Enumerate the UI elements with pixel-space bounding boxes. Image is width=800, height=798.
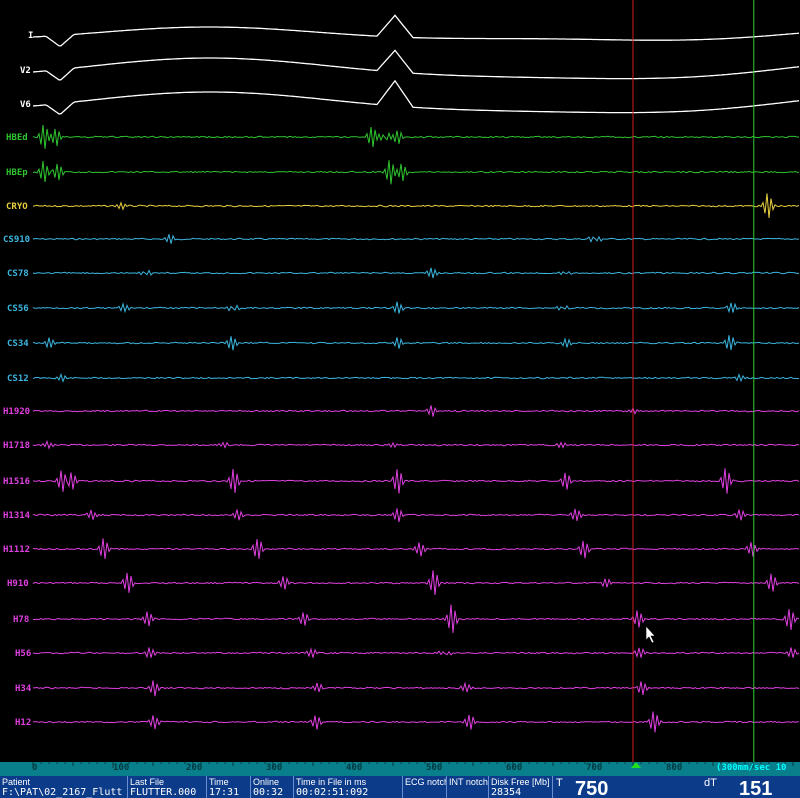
channel-label-h34: H34 xyxy=(15,684,32,694)
channel-label-v6: V6 xyxy=(20,100,31,110)
trace-h1920 xyxy=(32,405,800,417)
ecg-notch-toggle[interactable]: ECG notch xyxy=(403,776,447,798)
channel-label-h56: H56 xyxy=(15,649,31,659)
time-axis: 0 100 200 300 400 500 600 700 800 (300mm… xyxy=(0,762,800,776)
ecg-notch-label: ECG notch xyxy=(405,777,447,787)
trace-h34 xyxy=(33,680,800,697)
channel-label-h12: H12 xyxy=(15,718,31,728)
patient-label: Patient xyxy=(2,777,31,787)
time-field: Time 17:31 xyxy=(207,776,251,798)
trace-cs78 xyxy=(32,267,799,279)
tick-label-700: 700 xyxy=(586,763,603,773)
channel-label-h1112: H1112 xyxy=(3,545,30,555)
channel-label-h1314: H1314 xyxy=(3,511,31,521)
channel-label-h1920: H1920 xyxy=(3,407,30,417)
channel-label-h910: H910 xyxy=(7,579,29,589)
channel-label-cs34: CS34 xyxy=(7,339,29,349)
trace-h12 xyxy=(33,711,800,733)
trace-h56 xyxy=(32,647,800,659)
online-value: 00:32 xyxy=(253,787,284,798)
channel-label-cryo: CRYO xyxy=(6,202,28,212)
online-field: Online 00:32 xyxy=(251,776,294,798)
tick-label-600: 600 xyxy=(506,763,523,773)
channel-label-h1516: H1516 xyxy=(3,477,30,487)
tick-label-800: 800 xyxy=(666,763,683,773)
trace-h910 xyxy=(32,570,800,596)
tick-label-400: 400 xyxy=(346,763,363,773)
dt-value: 151 xyxy=(739,778,773,798)
trace-h78 xyxy=(32,604,800,633)
disk-free-label: Disk Free [Mb] xyxy=(491,777,550,787)
channel-label-cs910: CS910 xyxy=(3,235,30,245)
time-in-file-label: Time in File in ms xyxy=(296,777,367,787)
channel-label-hbed: HBEd xyxy=(6,133,28,143)
trace-h1516 xyxy=(32,468,800,494)
time-in-file-field: Time in File in ms 00:02:51:092 xyxy=(294,776,403,798)
disk-free-value: 28354 xyxy=(491,787,522,798)
tick-label-200: 200 xyxy=(186,763,203,773)
trace-cs910 xyxy=(32,234,800,244)
patient-field: Patient F:\PAT\02_2167_Flutt xyxy=(0,776,128,798)
trace-hbed xyxy=(32,124,800,149)
trace-h1718 xyxy=(32,439,800,450)
tick-label-100: 100 xyxy=(113,763,130,773)
t-value: 750 xyxy=(575,778,609,798)
trace-i xyxy=(32,14,800,47)
sweep-speed: (300mm/sec 10 xyxy=(716,763,787,773)
time-in-file-value: 00:02:51:092 xyxy=(296,787,369,798)
signal-tracings: I V2 V6 HBEd HBEp CRYO CS910 CS78 CS56 CS34 CS12 H1… xyxy=(3,0,800,762)
channel-label-hbep: HBEp xyxy=(6,168,28,178)
tick-label-300: 300 xyxy=(266,763,283,773)
int-notch-label: INT notch xyxy=(449,777,488,787)
mouse-pointer-icon xyxy=(645,625,656,644)
trace-v2 xyxy=(32,49,800,81)
patient-value: F:\PAT\02_2167_Flutt xyxy=(2,787,123,798)
dt-readout: dT 151 xyxy=(701,776,800,798)
channel-label-i: I xyxy=(28,31,33,41)
time-value: 17:31 xyxy=(209,787,240,798)
trace-v6 xyxy=(32,79,800,115)
last-file-label: Last File xyxy=(130,777,165,787)
channel-label-v2: V2 xyxy=(20,66,31,76)
channel-label-cs78: CS78 xyxy=(7,269,29,279)
tick-label-0: 0 xyxy=(32,763,38,773)
t-readout: T 750 xyxy=(553,776,700,798)
last-file-value: FLUTTER.000 xyxy=(130,787,197,798)
trace-h1112 xyxy=(32,538,800,560)
tick-label-500: 500 xyxy=(426,763,443,773)
trace-cryo xyxy=(32,193,800,219)
trace-cs12 xyxy=(32,372,800,384)
channel-label-cs12: CS12 xyxy=(7,374,29,384)
trace-cs56 xyxy=(32,301,800,314)
dt-label: dT xyxy=(704,777,717,789)
online-label: Online xyxy=(253,777,280,787)
trace-hbep xyxy=(32,160,800,185)
status-bar: Patient F:\PAT\02_2167_Flutt Last File F… xyxy=(0,776,800,798)
trace-cs34 xyxy=(32,335,800,351)
trace-h1314 xyxy=(32,508,800,522)
channel-label-cs56: CS56 xyxy=(7,304,29,314)
channel-label-h78: H78 xyxy=(13,615,29,625)
disk-free-field: Disk Free [Mb] 28354 xyxy=(489,776,553,798)
t-label: T xyxy=(556,777,563,789)
last-file-field: Last File FLUTTER.000 xyxy=(128,776,207,798)
int-notch-toggle[interactable]: INT notch xyxy=(447,776,489,798)
time-label: Time xyxy=(209,777,229,787)
channel-label-h1718: H1718 xyxy=(3,441,30,451)
